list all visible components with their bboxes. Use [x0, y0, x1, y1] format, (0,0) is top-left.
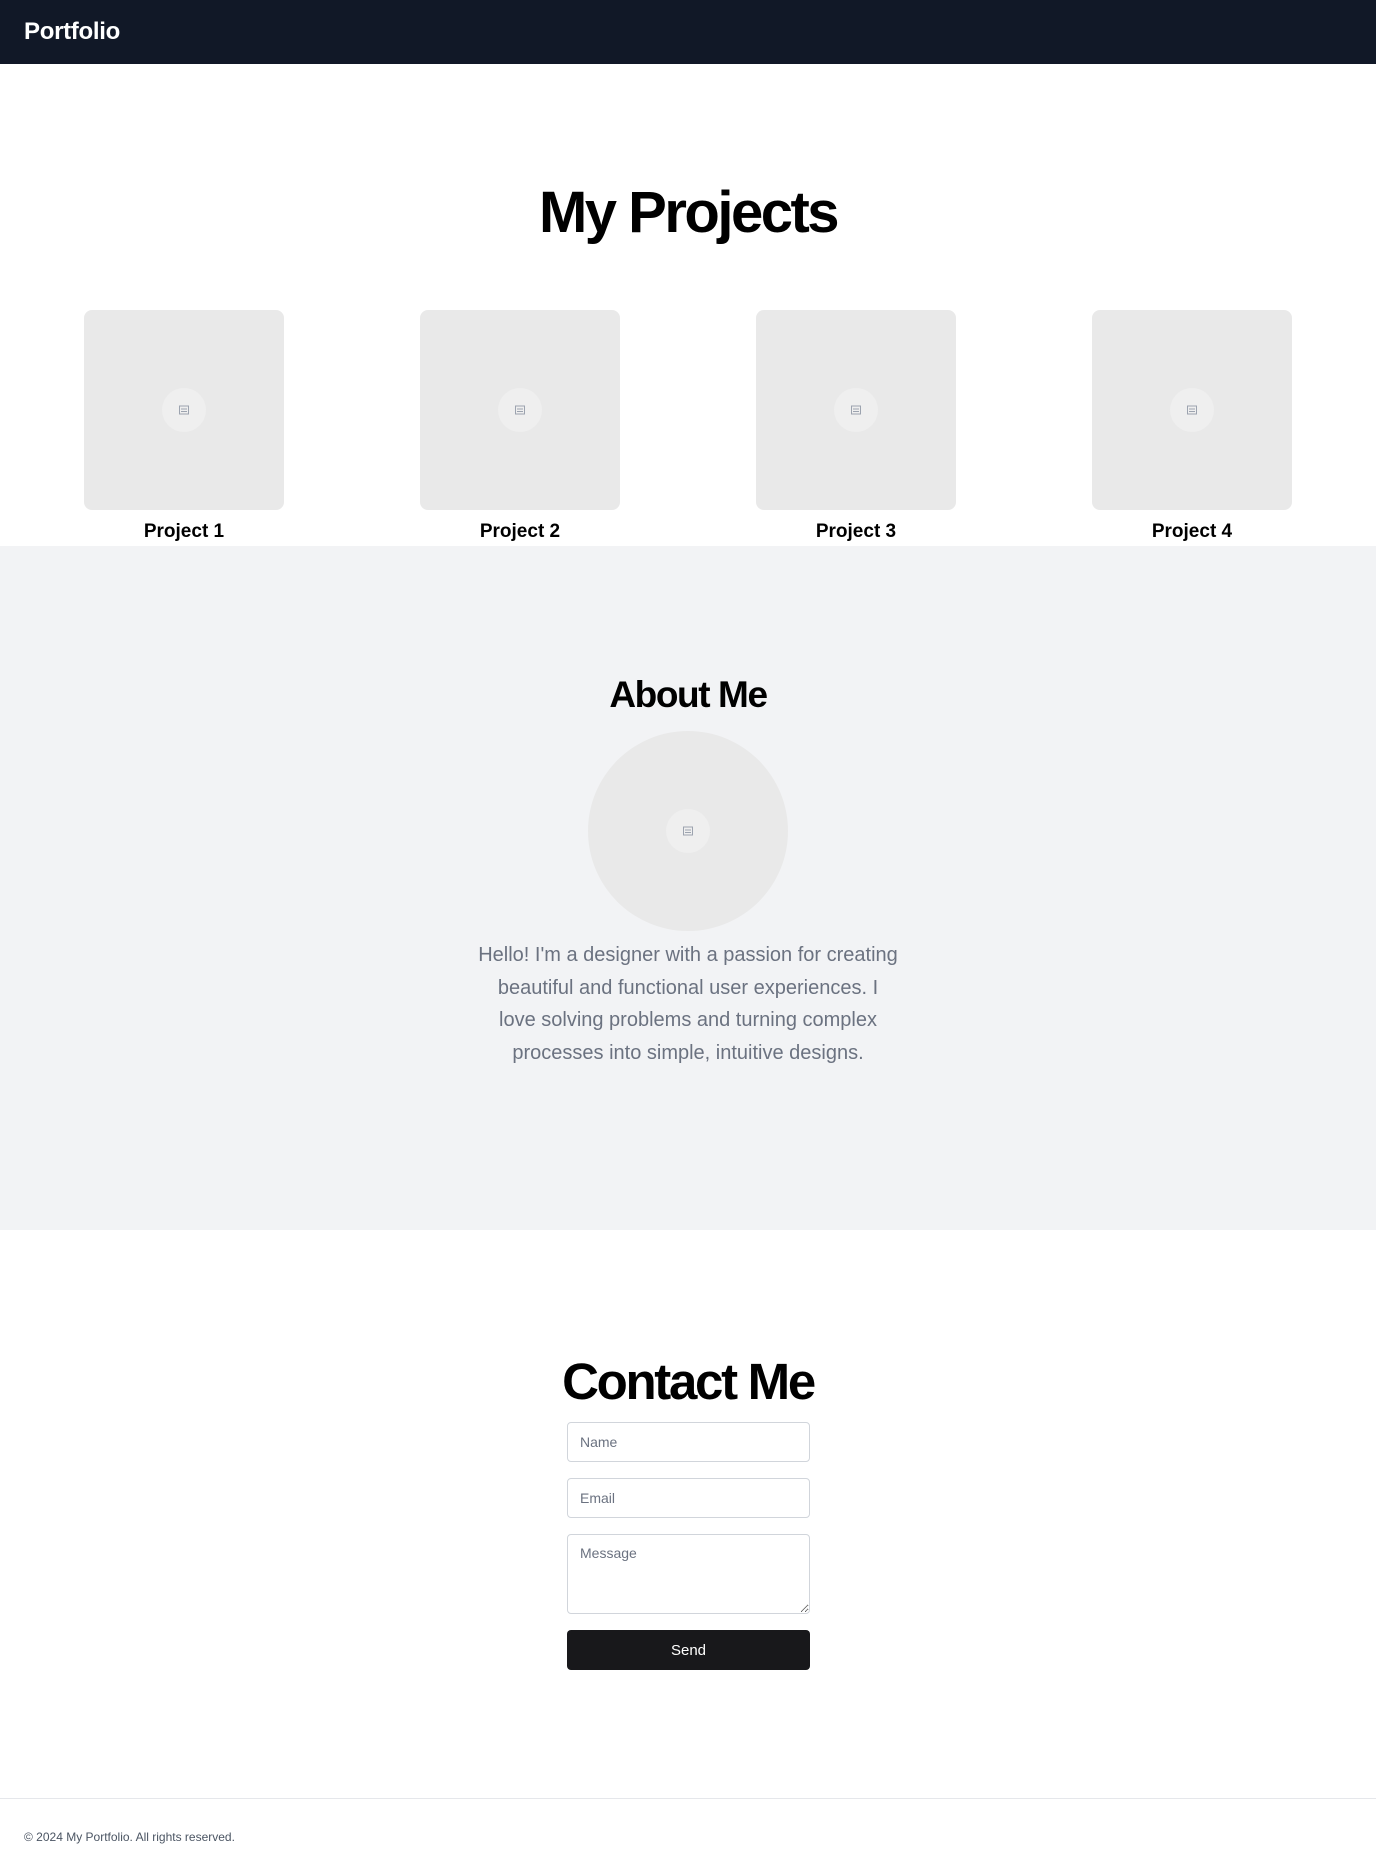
- site-header: Portfolio: [0, 0, 1376, 64]
- image-placeholder-icon: [666, 809, 710, 853]
- copyright-text: © 2024 My Portfolio. All rights reserved…: [24, 1830, 235, 1844]
- send-button[interactable]: Send: [567, 1630, 810, 1670]
- about-text: Hello! I'm a designer with a passion for…: [478, 944, 898, 1064]
- image-placeholder-icon: [162, 388, 206, 432]
- project-thumbnail: [420, 310, 620, 510]
- project-card-4[interactable]: Project 4: [1092, 310, 1292, 544]
- project-card-2[interactable]: Project 2: [420, 310, 620, 544]
- avatar: [588, 731, 788, 931]
- about-section: About Me Hello! I'm a designer with a pa…: [0, 546, 1376, 1230]
- project-card-3[interactable]: Project 3: [756, 310, 956, 544]
- project-title: Project 4: [1151, 521, 1233, 542]
- project-title: Project 2: [479, 521, 561, 542]
- page: Portfolio My Projects Project 1 Project …: [0, 0, 1376, 1863]
- project-card-1[interactable]: Project 1: [84, 310, 284, 544]
- project-title: Project 3: [815, 521, 897, 542]
- image-placeholder-icon: [1170, 388, 1214, 432]
- contact-title: Contact Me: [562, 1353, 816, 1410]
- project-thumbnail: [1092, 310, 1292, 510]
- projects-title: My Projects: [538, 180, 840, 245]
- image-placeholder-icon: [834, 388, 878, 432]
- name-input[interactable]: [567, 1422, 810, 1462]
- about-title: About Me: [609, 674, 768, 715]
- project-title: Project 1: [143, 521, 225, 542]
- site-footer: © 2024 My Portfolio. All rights reserved…: [0, 1798, 1376, 1863]
- contact-section: Contact Me Send: [0, 1230, 1376, 1798]
- brand-link[interactable]: Portfolio: [24, 18, 120, 46]
- project-thumbnail: [84, 310, 284, 510]
- projects-section: My Projects Project 1 Project 2 Project …: [0, 64, 1376, 546]
- image-placeholder-icon: [498, 388, 542, 432]
- email-input[interactable]: [567, 1478, 810, 1518]
- project-thumbnail: [756, 310, 956, 510]
- message-textarea[interactable]: [567, 1534, 810, 1614]
